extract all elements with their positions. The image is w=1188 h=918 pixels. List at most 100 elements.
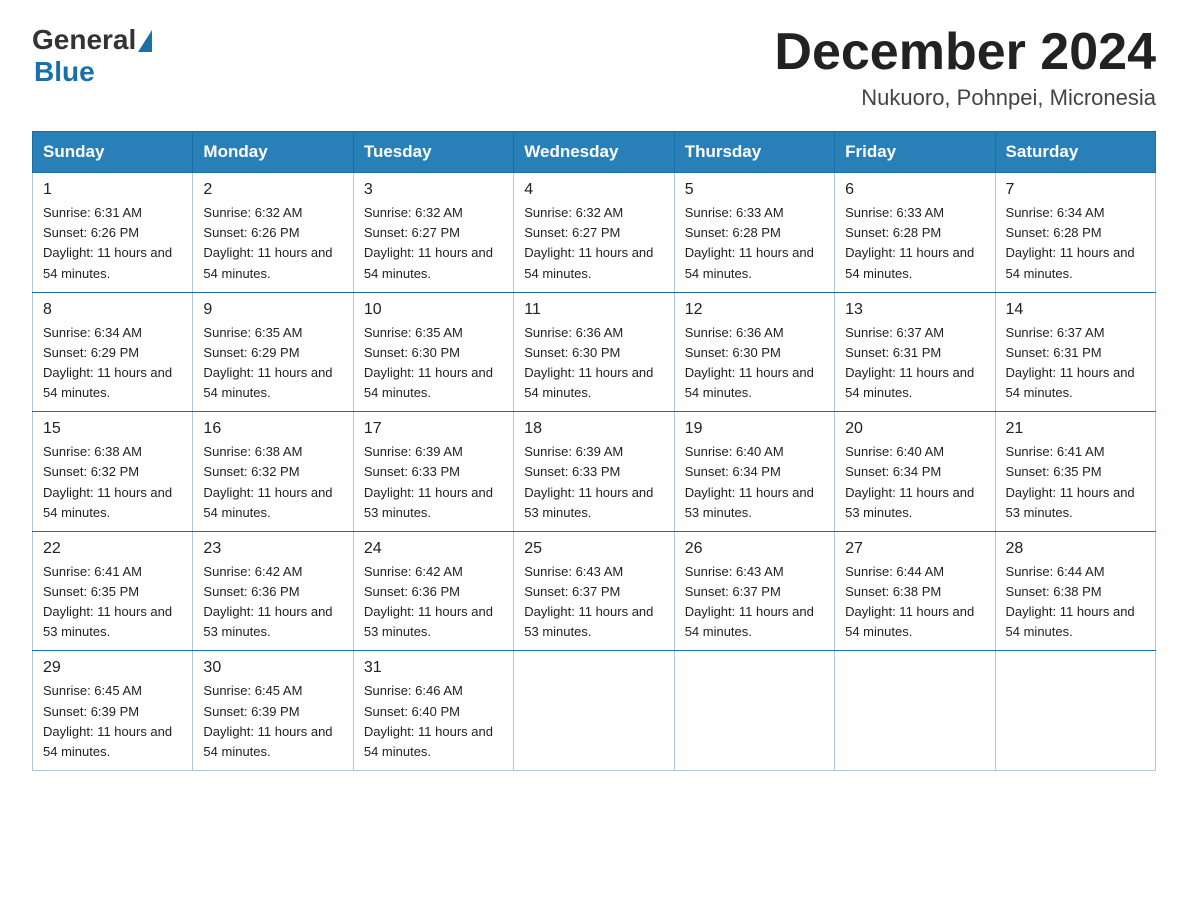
day-number: 8 [43, 301, 182, 319]
day-number: 29 [43, 659, 182, 677]
calendar-day-cell [674, 651, 834, 771]
calendar-header-row: SundayMondayTuesdayWednesdayThursdayFrid… [33, 132, 1156, 173]
calendar-day-cell: 8 Sunrise: 6:34 AM Sunset: 6:29 PM Dayli… [33, 292, 193, 412]
day-info: Sunrise: 6:38 AM Sunset: 6:32 PM Dayligh… [203, 442, 342, 523]
day-number: 19 [685, 420, 824, 438]
day-info: Sunrise: 6:37 AM Sunset: 6:31 PM Dayligh… [1006, 323, 1145, 404]
day-number: 15 [43, 420, 182, 438]
day-info: Sunrise: 6:41 AM Sunset: 6:35 PM Dayligh… [1006, 442, 1145, 523]
calendar-day-cell: 23 Sunrise: 6:42 AM Sunset: 6:36 PM Dayl… [193, 531, 353, 651]
calendar-day-cell: 6 Sunrise: 6:33 AM Sunset: 6:28 PM Dayli… [835, 173, 995, 293]
calendar-day-cell: 21 Sunrise: 6:41 AM Sunset: 6:35 PM Dayl… [995, 412, 1155, 532]
day-info: Sunrise: 6:42 AM Sunset: 6:36 PM Dayligh… [203, 562, 342, 643]
calendar-day-cell: 3 Sunrise: 6:32 AM Sunset: 6:27 PM Dayli… [353, 173, 513, 293]
day-info: Sunrise: 6:35 AM Sunset: 6:30 PM Dayligh… [364, 323, 503, 404]
day-number: 12 [685, 301, 824, 319]
day-info: Sunrise: 6:33 AM Sunset: 6:28 PM Dayligh… [845, 203, 984, 284]
day-info: Sunrise: 6:36 AM Sunset: 6:30 PM Dayligh… [524, 323, 663, 404]
calendar-table: SundayMondayTuesdayWednesdayThursdayFrid… [32, 131, 1156, 771]
day-number: 31 [364, 659, 503, 677]
day-info: Sunrise: 6:46 AM Sunset: 6:40 PM Dayligh… [364, 681, 503, 762]
calendar-day-header: Tuesday [353, 132, 513, 173]
calendar-day-cell: 27 Sunrise: 6:44 AM Sunset: 6:38 PM Dayl… [835, 531, 995, 651]
calendar-day-header: Monday [193, 132, 353, 173]
day-info: Sunrise: 6:43 AM Sunset: 6:37 PM Dayligh… [524, 562, 663, 643]
calendar-day-cell [995, 651, 1155, 771]
calendar-day-cell: 7 Sunrise: 6:34 AM Sunset: 6:28 PM Dayli… [995, 173, 1155, 293]
calendar-day-header: Saturday [995, 132, 1155, 173]
logo: General Blue [32, 24, 152, 88]
logo-general-text: General [32, 24, 136, 56]
calendar-day-cell: 16 Sunrise: 6:38 AM Sunset: 6:32 PM Dayl… [193, 412, 353, 532]
calendar-day-cell: 12 Sunrise: 6:36 AM Sunset: 6:30 PM Dayl… [674, 292, 834, 412]
day-number: 3 [364, 181, 503, 199]
page-header: General Blue December 2024 Nukuoro, Pohn… [32, 24, 1156, 111]
day-info: Sunrise: 6:34 AM Sunset: 6:28 PM Dayligh… [1006, 203, 1145, 284]
title-section: December 2024 Nukuoro, Pohnpei, Micrones… [774, 24, 1156, 111]
day-info: Sunrise: 6:41 AM Sunset: 6:35 PM Dayligh… [43, 562, 182, 643]
calendar-day-header: Sunday [33, 132, 193, 173]
calendar-day-cell: 17 Sunrise: 6:39 AM Sunset: 6:33 PM Dayl… [353, 412, 513, 532]
day-info: Sunrise: 6:31 AM Sunset: 6:26 PM Dayligh… [43, 203, 182, 284]
location-subtitle: Nukuoro, Pohnpei, Micronesia [774, 85, 1156, 111]
calendar-week-row: 8 Sunrise: 6:34 AM Sunset: 6:29 PM Dayli… [33, 292, 1156, 412]
day-number: 30 [203, 659, 342, 677]
logo-blue-text: Blue [34, 56, 152, 88]
day-number: 17 [364, 420, 503, 438]
day-info: Sunrise: 6:44 AM Sunset: 6:38 PM Dayligh… [1006, 562, 1145, 643]
month-title: December 2024 [774, 24, 1156, 81]
day-info: Sunrise: 6:38 AM Sunset: 6:32 PM Dayligh… [43, 442, 182, 523]
day-number: 2 [203, 181, 342, 199]
day-number: 9 [203, 301, 342, 319]
day-info: Sunrise: 6:37 AM Sunset: 6:31 PM Dayligh… [845, 323, 984, 404]
day-info: Sunrise: 6:45 AM Sunset: 6:39 PM Dayligh… [203, 681, 342, 762]
calendar-day-cell: 22 Sunrise: 6:41 AM Sunset: 6:35 PM Dayl… [33, 531, 193, 651]
calendar-day-cell: 29 Sunrise: 6:45 AM Sunset: 6:39 PM Dayl… [33, 651, 193, 771]
calendar-day-cell [835, 651, 995, 771]
day-number: 11 [524, 301, 663, 319]
calendar-day-cell: 4 Sunrise: 6:32 AM Sunset: 6:27 PM Dayli… [514, 173, 674, 293]
calendar-day-header: Wednesday [514, 132, 674, 173]
day-number: 18 [524, 420, 663, 438]
calendar-day-cell: 25 Sunrise: 6:43 AM Sunset: 6:37 PM Dayl… [514, 531, 674, 651]
calendar-day-cell: 11 Sunrise: 6:36 AM Sunset: 6:30 PM Dayl… [514, 292, 674, 412]
day-number: 21 [1006, 420, 1145, 438]
calendar-day-cell: 9 Sunrise: 6:35 AM Sunset: 6:29 PM Dayli… [193, 292, 353, 412]
day-number: 14 [1006, 301, 1145, 319]
calendar-day-cell: 2 Sunrise: 6:32 AM Sunset: 6:26 PM Dayli… [193, 173, 353, 293]
day-info: Sunrise: 6:32 AM Sunset: 6:27 PM Dayligh… [364, 203, 503, 284]
day-number: 25 [524, 540, 663, 558]
day-number: 7 [1006, 181, 1145, 199]
day-number: 5 [685, 181, 824, 199]
calendar-week-row: 1 Sunrise: 6:31 AM Sunset: 6:26 PM Dayli… [33, 173, 1156, 293]
calendar-day-cell: 19 Sunrise: 6:40 AM Sunset: 6:34 PM Dayl… [674, 412, 834, 532]
calendar-day-cell [514, 651, 674, 771]
day-info: Sunrise: 6:42 AM Sunset: 6:36 PM Dayligh… [364, 562, 503, 643]
day-info: Sunrise: 6:33 AM Sunset: 6:28 PM Dayligh… [685, 203, 824, 284]
day-info: Sunrise: 6:44 AM Sunset: 6:38 PM Dayligh… [845, 562, 984, 643]
calendar-week-row: 15 Sunrise: 6:38 AM Sunset: 6:32 PM Dayl… [33, 412, 1156, 532]
day-number: 26 [685, 540, 824, 558]
calendar-day-cell: 30 Sunrise: 6:45 AM Sunset: 6:39 PM Dayl… [193, 651, 353, 771]
calendar-day-cell: 18 Sunrise: 6:39 AM Sunset: 6:33 PM Dayl… [514, 412, 674, 532]
calendar-day-cell: 24 Sunrise: 6:42 AM Sunset: 6:36 PM Dayl… [353, 531, 513, 651]
day-number: 24 [364, 540, 503, 558]
day-info: Sunrise: 6:45 AM Sunset: 6:39 PM Dayligh… [43, 681, 182, 762]
calendar-day-cell: 10 Sunrise: 6:35 AM Sunset: 6:30 PM Dayl… [353, 292, 513, 412]
calendar-day-cell: 28 Sunrise: 6:44 AM Sunset: 6:38 PM Dayl… [995, 531, 1155, 651]
day-info: Sunrise: 6:35 AM Sunset: 6:29 PM Dayligh… [203, 323, 342, 404]
calendar-day-cell: 15 Sunrise: 6:38 AM Sunset: 6:32 PM Dayl… [33, 412, 193, 532]
day-number: 20 [845, 420, 984, 438]
calendar-day-cell: 26 Sunrise: 6:43 AM Sunset: 6:37 PM Dayl… [674, 531, 834, 651]
calendar-day-cell: 1 Sunrise: 6:31 AM Sunset: 6:26 PM Dayli… [33, 173, 193, 293]
day-number: 22 [43, 540, 182, 558]
day-number: 16 [203, 420, 342, 438]
day-number: 4 [524, 181, 663, 199]
logo-triangle-icon [138, 30, 152, 52]
calendar-day-cell: 13 Sunrise: 6:37 AM Sunset: 6:31 PM Dayl… [835, 292, 995, 412]
day-number: 1 [43, 181, 182, 199]
day-info: Sunrise: 6:32 AM Sunset: 6:26 PM Dayligh… [203, 203, 342, 284]
calendar-day-cell: 5 Sunrise: 6:33 AM Sunset: 6:28 PM Dayli… [674, 173, 834, 293]
calendar-week-row: 22 Sunrise: 6:41 AM Sunset: 6:35 PM Dayl… [33, 531, 1156, 651]
day-info: Sunrise: 6:34 AM Sunset: 6:29 PM Dayligh… [43, 323, 182, 404]
